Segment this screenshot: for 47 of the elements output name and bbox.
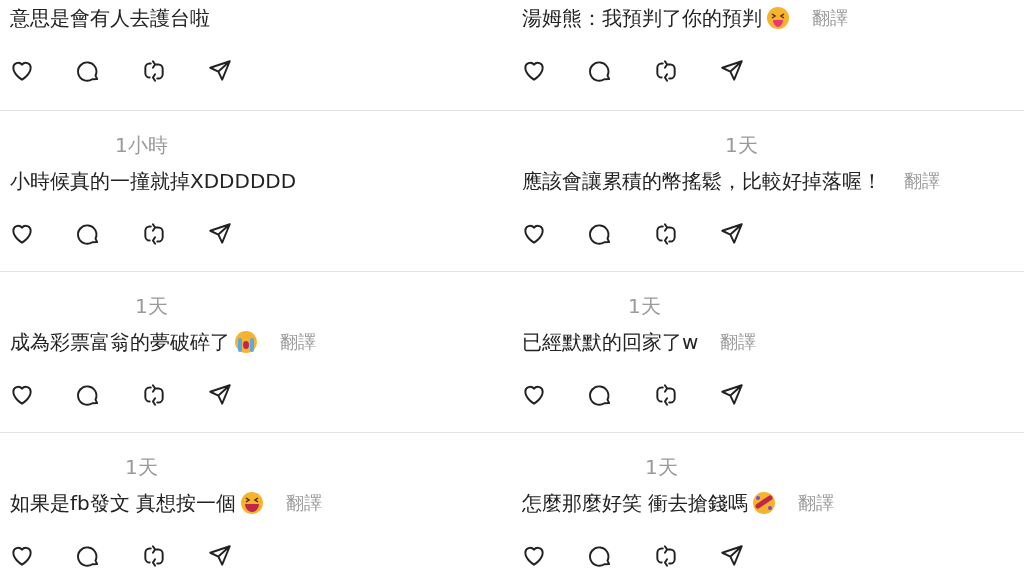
timestamp: 1天	[628, 294, 661, 318]
repost-icon[interactable]	[653, 221, 679, 247]
comment-text: 湯姆熊：我預判了你的預判	[522, 5, 762, 32]
comment-icon[interactable]	[75, 221, 101, 247]
repost-icon[interactable]	[653, 382, 679, 408]
comment-icon[interactable]	[75, 543, 101, 569]
comment-text: 應該會讓累積的幣搖鬆，比較好掉落喔！	[522, 168, 882, 195]
comment-text: 成為彩票富翁的夢破碎了	[10, 329, 230, 356]
repost-icon[interactable]	[141, 543, 167, 569]
repost-icon[interactable]	[141, 221, 167, 247]
repost-icon[interactable]	[141, 58, 167, 84]
laughing-emoji-icon	[240, 491, 265, 515]
crying-emoji-icon	[234, 330, 258, 354]
tongue-emoji-icon	[766, 6, 790, 30]
translate-link[interactable]: 翻譯	[720, 328, 757, 356]
comment-icon[interactable]	[587, 382, 613, 408]
share-icon[interactable]	[207, 221, 233, 247]
share-icon[interactable]	[719, 382, 745, 408]
comment-icon[interactable]	[587, 58, 613, 84]
timestamp: 1天	[125, 455, 158, 479]
repost-icon[interactable]	[653, 58, 679, 84]
translate-link[interactable]: 翻譯	[812, 4, 848, 32]
comment-text: 怎麼那麼好笑 衝去搶錢嗎	[522, 490, 749, 517]
timestamp: 1天	[135, 294, 168, 318]
repost-icon[interactable]	[653, 543, 679, 569]
share-icon[interactable]	[207, 543, 233, 569]
share-icon[interactable]	[719, 58, 745, 84]
share-icon[interactable]	[719, 221, 745, 247]
comment-icon[interactable]	[75, 382, 101, 408]
comment-icon[interactable]	[587, 221, 613, 247]
share-icon[interactable]	[207, 58, 233, 84]
translate-link[interactable]: 翻譯	[904, 167, 940, 195]
translate-link[interactable]: 翻譯	[286, 489, 323, 517]
comment-text: 已經默默的回家了w	[522, 329, 699, 356]
repost-icon[interactable]	[141, 382, 167, 408]
translate-link[interactable]: 翻譯	[798, 489, 835, 517]
share-icon[interactable]	[719, 543, 745, 569]
comment-text: 如果是fb發文 真想按一個	[10, 490, 237, 517]
timestamp: 1天	[725, 133, 758, 157]
comment-text: 小時候真的一撞就掉XDDDDDD	[10, 168, 297, 195]
share-icon[interactable]	[207, 382, 233, 408]
comment-text: 意思是會有人去護台啦	[10, 5, 210, 32]
comment-icon[interactable]	[587, 543, 613, 569]
translate-link[interactable]: 翻譯	[280, 328, 316, 356]
timestamp: 1小時	[115, 133, 168, 157]
comment-icon[interactable]	[75, 58, 101, 84]
timestamp: 1天	[645, 455, 678, 479]
